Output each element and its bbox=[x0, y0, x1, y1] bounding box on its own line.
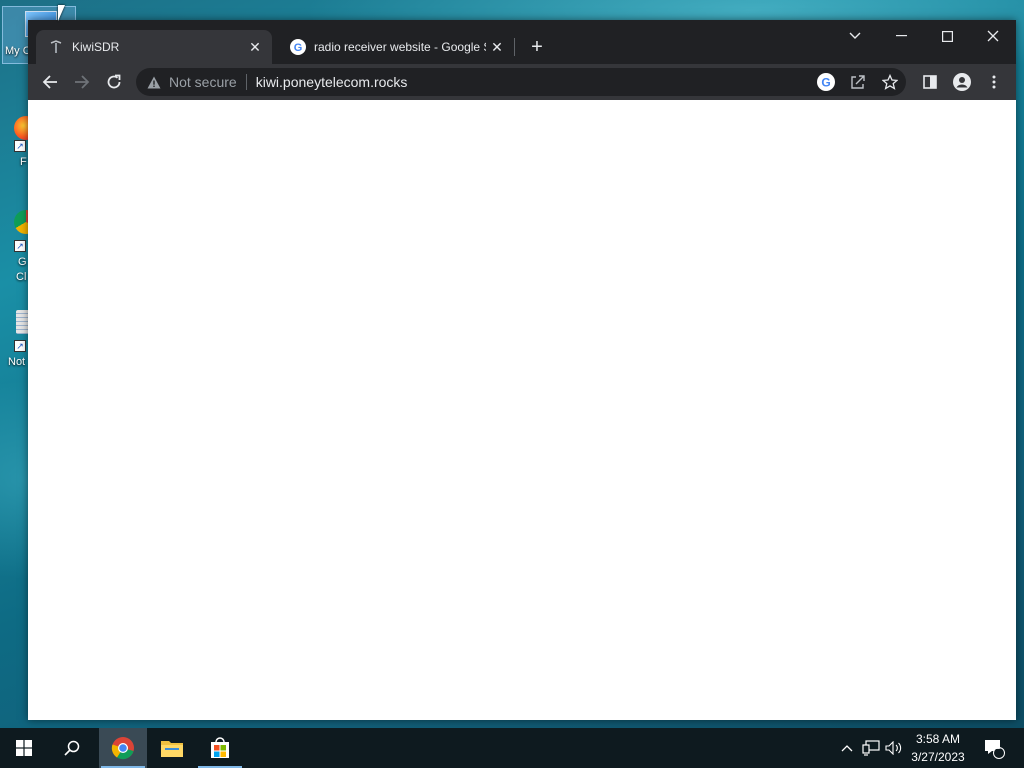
chrome-icon bbox=[111, 737, 134, 760]
store-icon bbox=[211, 737, 229, 758]
side-panel-icon bbox=[923, 75, 937, 89]
volume-button[interactable] bbox=[884, 728, 904, 768]
browser-window: KiwiSDR ✕ G radio receiver website - Goo… bbox=[28, 20, 1016, 720]
maximize-button[interactable] bbox=[924, 20, 970, 52]
shortcut-arrow-icon: ↗ bbox=[14, 240, 26, 252]
minimize-button[interactable] bbox=[878, 20, 924, 52]
clock-time: 3:58 AM bbox=[915, 732, 961, 746]
warning-icon[interactable] bbox=[146, 76, 162, 89]
speaker-icon bbox=[885, 741, 902, 755]
shortcut-arrow-icon: ↗ bbox=[14, 340, 26, 352]
desktop-icon-label: My C bbox=[5, 45, 31, 57]
browser-toolbar: Not secure kiwi.poneytelecom.rocks G bbox=[28, 64, 1016, 100]
new-tab-button[interactable]: + bbox=[524, 34, 550, 60]
desktop-icon-firefox[interactable]: ↗ F bbox=[0, 112, 38, 172]
google-favicon: G bbox=[290, 39, 306, 55]
close-window-button[interactable] bbox=[970, 20, 1016, 52]
desktop-icon-chrome[interactable]: ↗ G Cl bbox=[0, 206, 38, 286]
search-icon bbox=[64, 740, 80, 756]
show-hidden-icons-button[interactable] bbox=[838, 728, 856, 768]
desktop-icon-label: G bbox=[18, 256, 27, 268]
bookmark-button[interactable] bbox=[876, 68, 904, 96]
star-icon bbox=[882, 74, 898, 90]
security-status-label[interactable]: Not secure bbox=[169, 74, 237, 90]
chevron-down-icon bbox=[849, 32, 861, 39]
action-center-button[interactable]: 1 bbox=[980, 728, 1008, 768]
tab-title: KiwiSDR bbox=[72, 40, 120, 54]
tab-close-icon[interactable]: ✕ bbox=[486, 36, 508, 58]
notification-count: 1 bbox=[995, 741, 1001, 752]
tab-title: radio receiver website - Google S bbox=[314, 40, 486, 54]
desktop-icon-label: Not bbox=[8, 356, 26, 368]
maximize-icon bbox=[941, 30, 953, 42]
page-content[interactable] bbox=[28, 100, 1016, 720]
desktop-icon-label: Cl bbox=[16, 271, 27, 283]
network-icon bbox=[862, 740, 880, 756]
network-button[interactable] bbox=[860, 728, 882, 768]
profile-icon bbox=[953, 73, 971, 91]
desktop-icon-label: F bbox=[20, 156, 27, 168]
kiwisdr-favicon bbox=[48, 39, 64, 55]
close-icon bbox=[987, 30, 999, 42]
start-button[interactable] bbox=[0, 728, 48, 768]
taskbar: 3:58 AM 3/27/2023 1 bbox=[0, 728, 1024, 768]
chevron-up-icon bbox=[841, 745, 853, 752]
tab-search-button[interactable] bbox=[832, 20, 878, 52]
search-button[interactable] bbox=[48, 728, 96, 768]
tab-divider bbox=[514, 38, 515, 56]
address-bar[interactable]: Not secure kiwi.poneytelecom.rocks bbox=[136, 68, 906, 96]
back-button[interactable] bbox=[36, 68, 64, 96]
clock-date: 3/27/2023 bbox=[911, 750, 965, 764]
address-divider bbox=[245, 74, 247, 90]
profile-button[interactable] bbox=[948, 68, 976, 96]
tab-kiwisdr[interactable]: KiwiSDR ✕ bbox=[36, 30, 272, 64]
reload-icon bbox=[107, 74, 121, 89]
google-icon: G bbox=[817, 73, 835, 91]
forward-arrow-icon bbox=[75, 75, 90, 89]
windows-icon bbox=[16, 740, 32, 756]
taskbar-file-explorer[interactable] bbox=[148, 728, 196, 768]
shortcut-arrow-icon: ↗ bbox=[14, 140, 26, 152]
svg-text:G: G bbox=[821, 76, 830, 90]
reload-button[interactable] bbox=[100, 68, 128, 96]
menu-button[interactable] bbox=[980, 68, 1008, 96]
back-arrow-icon bbox=[42, 75, 57, 89]
more-vert-icon bbox=[992, 75, 996, 89]
share-icon bbox=[851, 75, 865, 89]
forward-button[interactable] bbox=[68, 68, 96, 96]
svg-text:G: G bbox=[294, 42, 303, 54]
taskbar-clock[interactable]: 3:58 AM 3/27/2023 bbox=[904, 730, 972, 766]
google-lens-button[interactable]: G bbox=[812, 68, 840, 96]
tab-close-icon[interactable]: ✕ bbox=[244, 36, 266, 58]
desktop-icon-notepad[interactable]: ↗ Not bbox=[0, 306, 32, 372]
tab-google-search[interactable]: G radio receiver website - Google S ✕ bbox=[278, 30, 514, 64]
taskbar-store[interactable] bbox=[196, 728, 244, 768]
share-button[interactable] bbox=[844, 68, 872, 96]
mouse-cursor bbox=[58, 5, 65, 21]
minimize-icon bbox=[895, 35, 907, 37]
side-panel-button[interactable] bbox=[916, 68, 944, 96]
folder-icon bbox=[161, 741, 183, 757]
url-text[interactable]: kiwi.poneytelecom.rocks bbox=[256, 74, 906, 90]
browser-titlebar[interactable]: KiwiSDR ✕ G radio receiver website - Goo… bbox=[28, 20, 1016, 64]
taskbar-chrome[interactable] bbox=[99, 728, 147, 768]
